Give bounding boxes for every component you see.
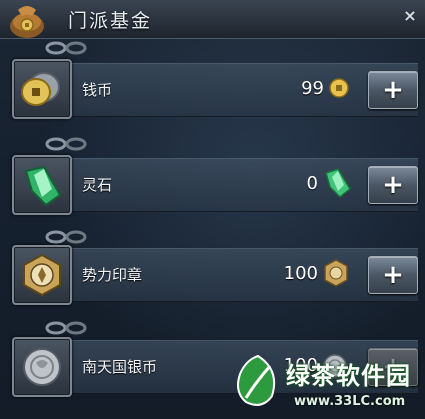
watermark-url: www.33LC.com xyxy=(294,394,406,409)
chain-decoration xyxy=(45,321,87,335)
currency-row-spirit-stone: 灵石 0 + xyxy=(18,158,418,212)
chain-decoration xyxy=(45,137,87,151)
coin-stack-icon xyxy=(21,72,60,106)
guild-fund-window: 门派基金 × 钱币 99 + 灵石 0 + 势力印章 100 + 南天国银币 1… xyxy=(0,0,425,419)
chain-decoration xyxy=(45,41,87,55)
chain-decoration xyxy=(45,230,87,244)
plus-icon: + xyxy=(382,260,404,290)
currency-name: 南天国银币 xyxy=(82,358,158,376)
silver-coin-icon-frame xyxy=(12,337,72,397)
faction-seal-icon xyxy=(23,253,61,297)
money-bag-icon xyxy=(10,6,44,38)
watermark-site-name: 绿茶软件园 xyxy=(286,362,411,390)
currency-amount: 0 xyxy=(306,173,318,194)
faction-seal-icon-frame xyxy=(12,245,72,305)
currency-row-faction-seal: 势力印章 100 + xyxy=(18,248,418,302)
currency-row-coins: 钱币 99 + xyxy=(18,63,418,117)
spirit-stone-icon xyxy=(24,165,62,207)
currency-name: 灵石 xyxy=(82,176,113,194)
faction-seal-icon xyxy=(324,259,348,287)
currency-name: 钱币 xyxy=(82,81,113,99)
add-spirit-stone-button[interactable]: + xyxy=(368,166,418,204)
silver-coin-icon xyxy=(23,348,61,386)
coins-icon-frame xyxy=(12,59,72,119)
close-button[interactable]: × xyxy=(401,7,419,25)
window-title: 门派基金 xyxy=(68,10,153,32)
add-faction-seal-button[interactable]: + xyxy=(368,256,418,294)
spirit-stone-icon-frame xyxy=(12,155,72,215)
currency-amount: 100 xyxy=(283,263,318,284)
title-bar[interactable]: 门派基金 × xyxy=(0,0,425,39)
add-coins-button[interactable]: + xyxy=(368,71,418,109)
currency-amount: 99 xyxy=(301,78,324,99)
spirit-stone-icon xyxy=(325,168,351,199)
currency-name: 势力印章 xyxy=(82,266,143,284)
gold-coin-icon xyxy=(329,78,349,98)
plus-icon: + xyxy=(382,75,404,105)
plus-icon: + xyxy=(382,170,404,200)
green-leaf-logo-icon xyxy=(237,354,276,406)
